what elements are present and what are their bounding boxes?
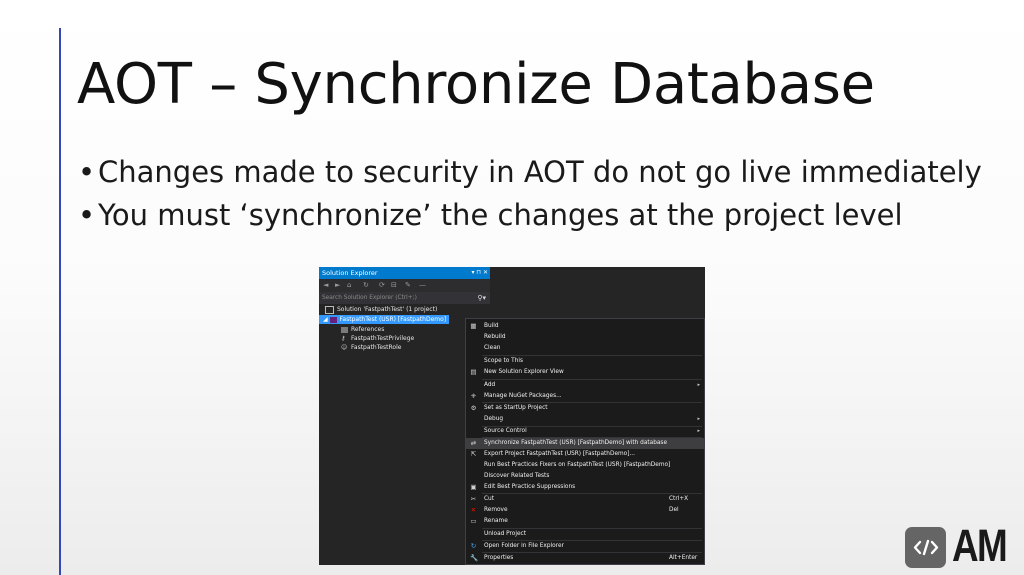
properties-icon[interactable]: ✎: [405, 281, 411, 289]
bullet-item: •You must ‘synchronize’ the changes at t…: [78, 198, 903, 232]
bullet-item: •Changes made to security in AOT do not …: [78, 155, 982, 189]
menu-item-startup[interactable]: ⚙ Set as StartUp Project: [466, 403, 704, 414]
tree-node-label: FastpathTest (USR) [FastpathDemo]: [339, 316, 447, 323]
wrench-icon: 🔧: [470, 554, 479, 562]
menu-item-properties[interactable]: 🔧 Properties Alt+Enter: [466, 553, 704, 564]
context-menu: ▦ Build Rebuild Clean Scope to This ▤ New …: [465, 318, 705, 565]
bullet-list: •Changes made to security in AOT do not …: [78, 154, 982, 240]
minus-icon[interactable]: —: [419, 281, 426, 289]
menu-item-add[interactable]: Add ▸: [466, 380, 704, 391]
menu-item-unload[interactable]: Unload Project: [466, 529, 704, 540]
privilege-icon: ⚷: [341, 334, 346, 342]
remove-icon: ✕: [470, 506, 477, 514]
bullet-text: You must ‘synchronize’ the changes at th…: [98, 198, 903, 232]
sync-view-icon[interactable]: ↻: [363, 281, 369, 289]
accent-line: [59, 28, 61, 575]
solution-icon: [325, 305, 334, 314]
menu-item-open-folder[interactable]: ↻ Open Folder in File Explorer: [466, 541, 704, 552]
tree-node-solution[interactable]: Solution 'FastpathTest' (1 project): [325, 305, 437, 314]
search-icon[interactable]: ⚲▾: [477, 292, 486, 304]
tree-node-label: References: [351, 326, 385, 333]
back-icon[interactable]: ◄: [323, 281, 328, 289]
tree-node-privilege[interactable]: ⚷ FastpathTestPrivilege: [341, 334, 414, 343]
refresh-icon[interactable]: ⟳: [379, 281, 385, 289]
search-input[interactable]: Search Solution Explorer (Ctrl+;) ⚲▾: [319, 292, 490, 304]
forward-icon[interactable]: ►: [335, 281, 340, 289]
tree-node-references[interactable]: References: [341, 325, 384, 334]
vs-screenshot: Solution Explorer ▾ ⊓ ✕ ◄ ► ⌂ ↻ ⟳ ⊟ ✎ — …: [319, 267, 705, 565]
rename-icon: ▭: [470, 517, 477, 525]
cut-icon: ✂: [470, 495, 477, 503]
solution-explorer-toolbar: ◄ ► ⌂ ↻ ⟳ ⊟ ✎ —: [319, 279, 490, 292]
solution-explorer-titlebar: Solution Explorer ▾ ⊓ ✕: [319, 267, 490, 279]
window-buttons[interactable]: ▾ ⊓ ✕: [471, 267, 488, 279]
logo-text: AM: [952, 520, 1008, 571]
search-placeholder: Search Solution Explorer (Ctrl+;): [322, 295, 417, 301]
menu-item-suppressions[interactable]: ▣ Edit Best Practice Suppressions: [466, 482, 704, 493]
folder-icon: ↻: [470, 542, 477, 550]
menu-item-discover-tests[interactable]: Discover Related Tests: [466, 471, 704, 482]
menu-item-rebuild[interactable]: Rebuild: [466, 332, 704, 343]
submenu-arrow-icon: ▸: [697, 382, 700, 388]
project-icon: [329, 316, 337, 323]
menu-item-scope[interactable]: Scope to This: [466, 356, 704, 367]
references-icon: [341, 326, 348, 333]
submenu-arrow-icon: ▸: [697, 416, 700, 422]
menu-item-cut[interactable]: ✂ Cut Ctrl+X: [466, 494, 704, 505]
sync-icon: ⇄: [470, 439, 477, 447]
tree-node-label: Solution 'FastpathTest' (1 project): [337, 306, 438, 313]
panel-title: Solution Explorer: [322, 269, 378, 277]
new-view-icon: ▤: [470, 368, 477, 376]
menu-item-source-control[interactable]: Source Control ▸: [466, 426, 704, 437]
menu-item-synchronize[interactable]: ⇄ Synchronize FastpathTest (USR) [Fastpat…: [466, 438, 704, 449]
edit-icon: ▣: [470, 483, 477, 491]
build-icon: ▦: [470, 322, 477, 330]
menu-item-build[interactable]: ▦ Build: [466, 321, 704, 332]
menu-item-debug[interactable]: Debug ▸: [466, 414, 704, 425]
slide-title: AOT – Synchronize Database: [77, 52, 875, 117]
menu-item-nuget[interactable]: ⁜ Manage NuGet Packages...: [466, 391, 704, 402]
code-brackets-icon: [905, 527, 946, 568]
home-icon[interactable]: ⌂: [347, 281, 351, 289]
tree-node-role[interactable]: ☺ FastpathTestRole: [341, 343, 401, 352]
menu-item-best-practices[interactable]: Run Best Practices Fixers on FastpathTes…: [466, 460, 704, 471]
export-icon: ⇱: [470, 450, 477, 458]
menu-item-remove[interactable]: ✕ Remove Del: [466, 505, 704, 516]
menu-item-export[interactable]: ⇱ Export Project FastpathTest (USR) [Fast…: [466, 449, 704, 460]
submenu-arrow-icon: ▸: [697, 428, 700, 434]
nuget-icon: ⁜: [470, 392, 477, 400]
menu-item-clean[interactable]: Clean: [466, 343, 704, 354]
collapse-icon[interactable]: ⊟: [391, 281, 397, 289]
tree-node-label: FastpathTestRole: [351, 344, 402, 351]
gear-icon: ⚙: [470, 404, 477, 412]
bullet-text: Changes made to security in AOT do not g…: [98, 155, 982, 189]
menu-item-rename[interactable]: ▭ Rename: [466, 516, 704, 527]
tree-node-project[interactable]: ◢ FastpathTest (USR) [FastpathDemo]: [319, 315, 449, 324]
role-icon: ☺: [341, 343, 348, 351]
menu-item-new-view[interactable]: ▤ New Solution Explorer View: [466, 367, 704, 378]
tree-node-label: FastpathTestPrivilege: [351, 335, 415, 342]
